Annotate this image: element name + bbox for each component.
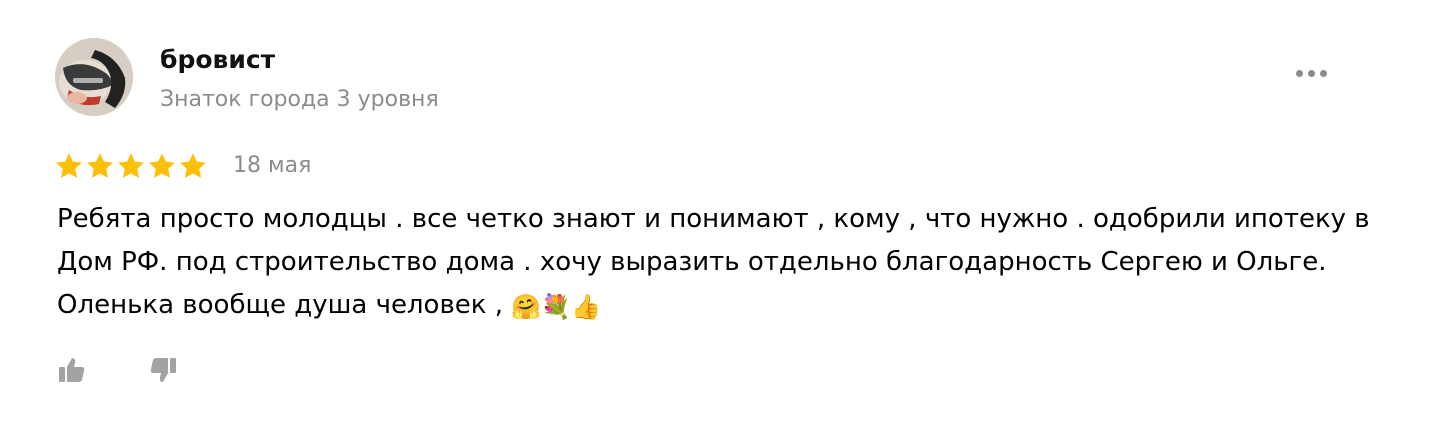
review-text-body: Ребята просто молодцы . все четко знают … [57,204,1370,320]
star-icon [118,153,144,178]
star-icon [87,153,113,178]
review-emojis: 🤗💐👍 [511,293,601,321]
dislike-button[interactable] [146,352,182,388]
author-name[interactable]: бровист [160,42,275,78]
thumbs-up-icon [59,358,85,382]
author-level: Знаток города 3 уровня [160,87,439,112]
like-button[interactable] [53,352,89,388]
review-date: 18 мая [233,153,312,178]
more-options-button[interactable] [1286,58,1336,88]
avatar[interactable] [55,38,133,116]
review-text: Ребята просто молодцы . все четко знают … [57,198,1387,329]
star-icon [180,153,206,178]
more-dots-icon [1319,69,1327,77]
thumbs-down-icon [150,358,176,382]
more-dots-icon [1295,69,1303,77]
avatar-image [55,38,133,116]
star-icon [149,153,175,178]
star-icon [56,153,82,178]
more-dots-icon [1307,69,1315,77]
rating-stars [54,150,209,182]
